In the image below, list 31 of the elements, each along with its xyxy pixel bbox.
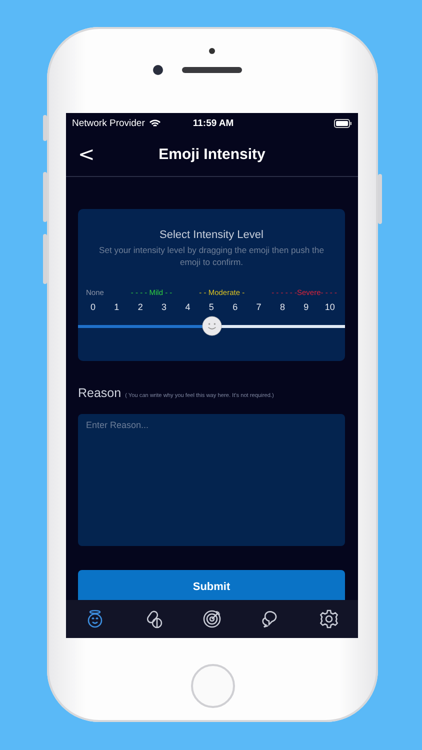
slider-track[interactable] — [78, 316, 345, 336]
tab[interactable] — [202, 609, 222, 629]
scale-number: 8 — [278, 302, 286, 312]
status-time: 11:59 AM — [192, 118, 234, 128]
reason-label: Reason — [78, 386, 122, 400]
scale-number: 5 — [208, 302, 215, 312]
camera — [153, 65, 163, 75]
screen-title: Emoji Intensity — [158, 146, 266, 163]
smiley-slider-thumb[interactable] — [202, 316, 222, 336]
card-title: Select Intensity Level — [160, 229, 264, 241]
wifi-icon — [148, 118, 161, 128]
battery-icon — [334, 118, 352, 128]
back-button[interactable]: < — [66, 142, 106, 168]
card-subtitle: Set your intensity level by dragging the emoji then push the emoji to confirm. — [98, 244, 325, 268]
carrier-name: Network Provider — [72, 118, 145, 128]
submit-button[interactable]: Submit — [78, 570, 345, 600]
scale-number: 2 — [136, 302, 144, 312]
scale-number: 6 — [232, 302, 239, 312]
speaker — [182, 67, 242, 73]
target-icon — [202, 609, 222, 629]
scale-number: 1 — [113, 302, 120, 312]
settings-icon — [318, 609, 339, 629]
scale-number: 0 — [89, 302, 96, 312]
scale-number: 9 — [302, 302, 310, 312]
tab[interactable] — [318, 609, 339, 629]
sensor — [209, 48, 215, 54]
scale-number: 3 — [160, 302, 168, 312]
scale-number: 10 — [324, 302, 336, 312]
scale-number: 4 — [184, 302, 192, 312]
reason-field[interactable]: Enter Reason... — [78, 414, 345, 546]
scale-number: 7 — [255, 302, 262, 312]
